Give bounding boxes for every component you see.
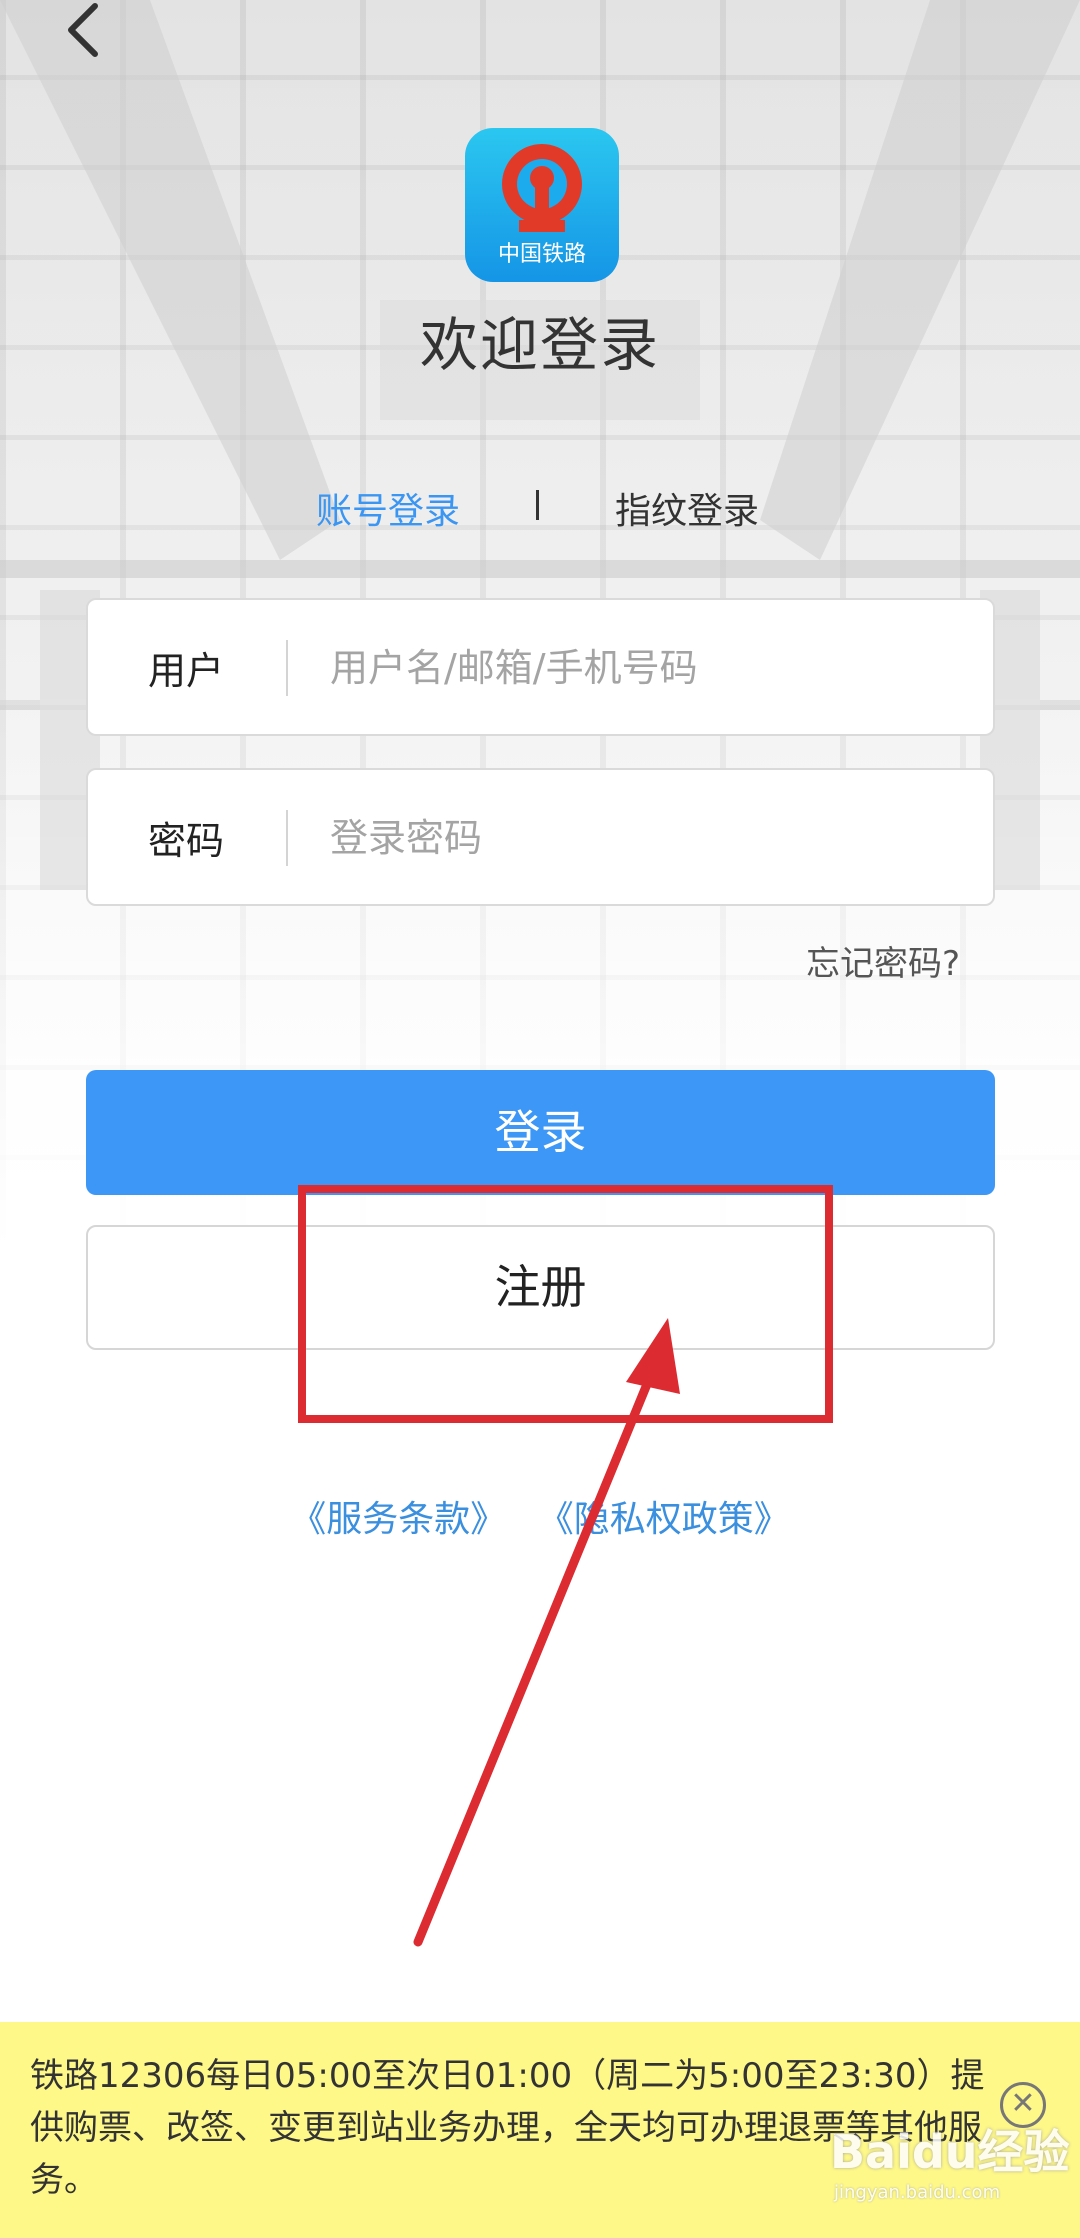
login-button[interactable]: 登录 bbox=[86, 1070, 995, 1195]
watermark-url: jingyan.baidu.com bbox=[834, 2182, 1001, 2203]
username-label: 用户 bbox=[148, 649, 225, 693]
username-field[interactable]: 用户 bbox=[86, 598, 995, 736]
chevron-left-icon bbox=[68, 3, 98, 57]
field-divider bbox=[286, 640, 288, 696]
password-label: 密码 bbox=[148, 819, 225, 863]
logo-caption: 中国铁路 bbox=[497, 242, 586, 267]
password-field[interactable]: 密码 bbox=[86, 768, 995, 906]
privacy-policy-link[interactable]: 《隐私权政策》 bbox=[538, 1499, 790, 1540]
forgot-password-link[interactable]: 忘记密码? bbox=[806, 936, 960, 985]
tab-account-login[interactable]: 账号登录 bbox=[316, 482, 460, 534]
username-input[interactable] bbox=[330, 636, 950, 700]
annotation-highlight-box bbox=[298, 1185, 833, 1423]
terms-of-service-link[interactable]: 《服务条款》 bbox=[290, 1499, 506, 1540]
page-title: 欢迎登录 bbox=[419, 311, 660, 379]
back-button[interactable] bbox=[55, 0, 125, 70]
app-logo: 中国铁路 bbox=[465, 128, 619, 282]
baidu-watermark: Baidu经验 jingyan.baidu.com bbox=[830, 2116, 1070, 2203]
password-input[interactable] bbox=[330, 806, 950, 870]
legal-links: 《服务条款》 《隐私权政策》 bbox=[0, 1490, 1080, 1542]
watermark-brand: Baidu经验 bbox=[830, 2125, 1070, 2179]
tab-fingerprint-login[interactable]: 指纹登录 bbox=[615, 482, 759, 534]
field-divider bbox=[286, 810, 288, 866]
tab-divider bbox=[536, 490, 539, 520]
